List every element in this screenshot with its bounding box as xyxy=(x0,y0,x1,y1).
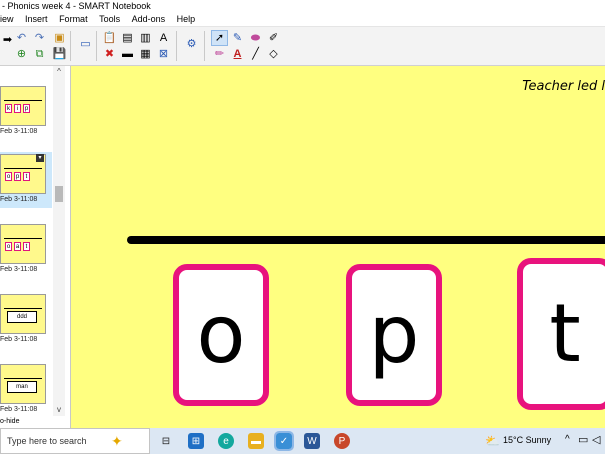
powerpoint-icon[interactable]: P xyxy=(334,433,350,449)
menu-insert[interactable]: Insert xyxy=(25,12,48,26)
page-menu-icon[interactable]: ▾ xyxy=(36,154,44,162)
notebook-icon[interactable]: ✓ xyxy=(274,431,294,451)
shape-icon[interactable]: ◇ xyxy=(266,47,281,61)
search-input[interactable]: Type here to search xyxy=(7,436,87,446)
duplicate-icon[interactable]: ⧉ xyxy=(32,47,47,61)
whiteboard-canvas[interactable]: Teacher led l o p t xyxy=(71,66,605,428)
redo-icon[interactable]: ↷ xyxy=(32,31,47,45)
thumbnail-preview: oat xyxy=(0,224,46,264)
letter-card-o[interactable]: o xyxy=(173,264,269,406)
menu-bar: iew Insert Format Tools Add-ons Help xyxy=(0,12,605,27)
thumbnail-label: Feb 3-11:08 xyxy=(0,406,38,413)
add-page-icon[interactable]: ⊕ xyxy=(14,47,29,61)
task-view-icon[interactable]: ⊟ xyxy=(158,433,174,449)
add-ons-icon[interactable]: ⚙ xyxy=(184,37,199,51)
volume-icon[interactable]: ◁ xyxy=(592,433,600,446)
delete-icon[interactable]: ✖ xyxy=(102,47,117,61)
next-page-icon[interactable]: ➡ xyxy=(0,33,15,47)
screen-shade-icon[interactable]: ▬ xyxy=(120,47,135,61)
menu-format[interactable]: Format xyxy=(59,12,88,26)
word-icon[interactable]: W xyxy=(304,433,320,449)
toolbar: ➡ ↶ ↷ ▣ ⊕ ⧉ 💾 ▭ 📋 ▤ ▥ A ✖ ▬ ▦ ⊠ ⚙ ➚ ✎ ⬬ … xyxy=(0,27,605,66)
network-icon[interactable]: ▭ xyxy=(578,433,588,446)
letter-card-p[interactable]: p xyxy=(346,264,442,406)
thumbnail-preview: ddd xyxy=(0,294,46,334)
full-screen-icon[interactable]: ⊠ xyxy=(156,47,171,61)
weather-icon: ⛅ xyxy=(485,434,500,448)
creative-pen-icon[interactable]: ✏ xyxy=(212,47,227,61)
thumbnail-label: Feb 3-11:08 xyxy=(0,336,38,343)
store-icon[interactable]: ⊞ xyxy=(188,433,204,449)
thumbnail-preview: kip xyxy=(0,86,46,126)
edge-icon[interactable]: e xyxy=(218,433,234,449)
page-thumbnail[interactable]: kip Feb 3-11:08 xyxy=(0,84,52,140)
thumbnail-preview: man xyxy=(0,364,46,404)
document-camera-icon[interactable]: ▥ xyxy=(138,31,153,45)
window-title: - Phonics week 4 - SMART Notebook xyxy=(0,0,605,12)
letter-card-t[interactable]: t xyxy=(517,258,605,410)
open-icon[interactable]: ▣ xyxy=(52,31,67,45)
auto-hide-checkbox[interactable]: o-hide xyxy=(0,418,19,425)
screen-capture-icon[interactable]: ▤ xyxy=(120,31,135,45)
page-thumbnail[interactable]: opt ▾ Feb 3-11:08 xyxy=(0,152,52,208)
taskbar: Type here to search ✦ ⊟ ⊞ e ▬ ✓ W P ⛅ 15… xyxy=(0,428,605,454)
text-icon[interactable]: A xyxy=(230,47,245,61)
thumbnail-label: Feb 3-11:08 xyxy=(0,196,38,203)
divider-line[interactable] xyxy=(127,236,605,244)
magic-pen-icon[interactable]: ✐ xyxy=(266,31,281,45)
table-icon[interactable]: ▦ xyxy=(138,47,153,61)
weather-text[interactable]: 15°C Sunny xyxy=(503,435,551,445)
line-icon[interactable]: ╱ xyxy=(248,47,263,61)
thumbnail-label: Feb 3-11:08 xyxy=(0,266,38,273)
undo-icon[interactable]: ↶ xyxy=(14,31,29,45)
menu-tools[interactable]: Tools xyxy=(99,12,120,26)
paste-icon[interactable]: 📋 xyxy=(102,31,117,45)
sidebar-scrollbar[interactable]: ^ v xyxy=(53,66,65,416)
scroll-thumb[interactable] xyxy=(55,186,63,202)
file-explorer-icon[interactable]: ▬ xyxy=(248,433,264,449)
show-hidden-icons-icon[interactable]: ^ xyxy=(565,434,570,445)
spell-check-icon[interactable]: A xyxy=(156,31,171,45)
menu-help[interactable]: Help xyxy=(177,12,196,26)
search-highlight-icon[interactable]: ✦ xyxy=(111,433,123,450)
scroll-up-icon[interactable]: ^ xyxy=(53,66,65,78)
page-thumbnail[interactable]: oat Feb 3-11:08 xyxy=(0,222,52,278)
select-arrow-icon[interactable]: ➚ xyxy=(211,30,228,46)
save-icon[interactable]: 💾 xyxy=(52,47,67,61)
search-box[interactable]: Type here to search ✦ xyxy=(0,428,150,454)
page-heading[interactable]: Teacher led l xyxy=(522,79,605,94)
screen-icon[interactable]: ▭ xyxy=(78,37,93,51)
menu-view[interactable]: iew xyxy=(0,12,14,26)
thumbnail-label: Feb 3-11:08 xyxy=(0,128,38,135)
eraser-icon[interactable]: ⬬ xyxy=(248,31,263,45)
scroll-down-icon[interactable]: v xyxy=(53,404,65,416)
page-thumbnail[interactable]: ddd Feb 3-11:08 xyxy=(0,292,52,348)
menu-add-ons[interactable]: Add-ons xyxy=(132,12,166,26)
page-thumbnail[interactable]: man Feb 3-11:08 xyxy=(0,362,52,418)
pen-icon[interactable]: ✎ xyxy=(230,31,245,45)
